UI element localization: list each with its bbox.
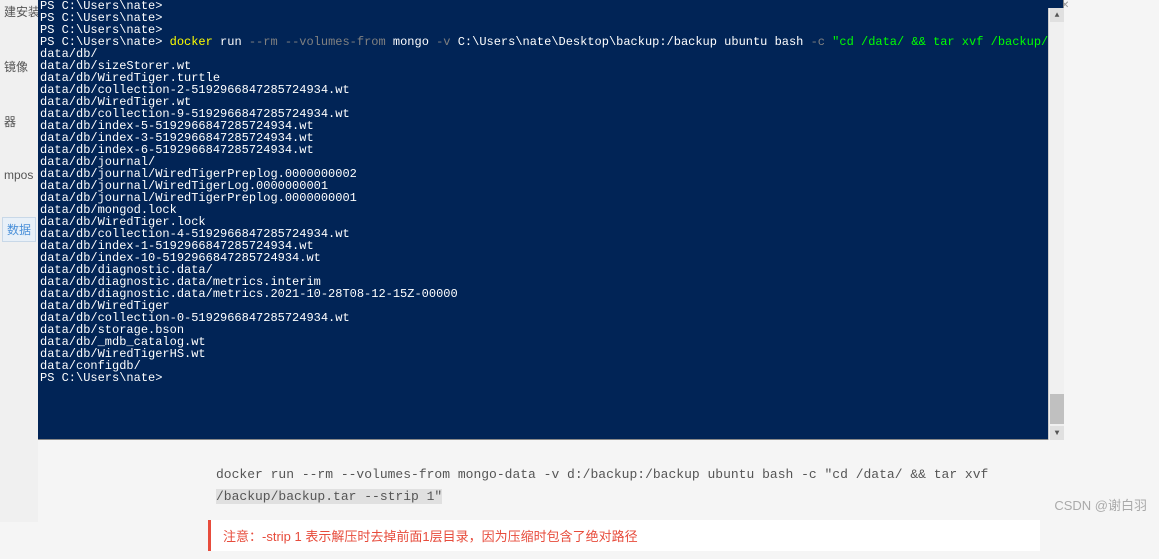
prompt-line: PS C:\Users\nate>	[40, 12, 1061, 24]
article-content: docker run --rm --volumes-from mongo-dat…	[140, 440, 1040, 559]
sidebar-item-container[interactable]: 器	[0, 110, 38, 133]
watermark: CSDN @谢白羽	[1054, 495, 1147, 514]
output-line: data/db/WiredTigerHS.wt	[40, 348, 1061, 360]
prompt-line: PS C:\Users\nate>	[40, 0, 1061, 12]
scrollbar-thumb[interactable]	[1050, 394, 1064, 424]
output-line: data/db/journal/WiredTigerPreplog.000000…	[40, 192, 1061, 204]
output-line: data/db/collection-0-5192966847285724934…	[40, 312, 1061, 324]
output-line: data/db/diagnostic.data/metrics.2021-10-…	[40, 288, 1061, 300]
code-text-highlighted: /backup/backup.tar --strip 1"	[216, 489, 442, 504]
note-text: -strip 1 表示解压时去掉前面1层目录，因为压缩时包含了绝对路径	[262, 529, 638, 544]
powershell-terminal[interactable]: PS C:\Users\nate> PS C:\Users\nate> PS C…	[38, 0, 1064, 440]
sidebar-item-image[interactable]: 镜像	[0, 55, 38, 78]
code-block: docker run --rm --volumes-from mongo-dat…	[208, 460, 1040, 512]
command-line: PS C:\Users\nate> docker run --rm --volu…	[40, 36, 1061, 48]
left-sidebar: 建安装 镜像 器 mpos 数据	[0, 0, 38, 522]
sidebar-item-install[interactable]: 建安装	[0, 0, 38, 23]
sidebar-item-data[interactable]: 数据	[2, 217, 36, 242]
terminal-output: data/db/data/db/sizeStorer.wtdata/db/Wir…	[40, 48, 1061, 372]
prompt-line: PS C:\Users\nate>	[40, 372, 1061, 384]
scroll-down-icon[interactable]: ▼	[1050, 426, 1064, 440]
note-box: 注意：-strip 1 表示解压时去掉前面1层目录，因为压缩时包含了绝对路径	[208, 520, 1040, 551]
output-line: data/db/index-6-5192966847285724934.wt	[40, 144, 1061, 156]
output-line: data/configdb/	[40, 360, 1061, 372]
scroll-up-icon[interactable]: ▲	[1050, 8, 1064, 22]
code-text: docker run --rm --volumes-from mongo-dat…	[216, 467, 988, 482]
note-prefix: 注意：	[223, 529, 262, 544]
sidebar-item-compose[interactable]: mpos	[0, 165, 38, 185]
vertical-scrollbar[interactable]: ▲ ▼	[1048, 8, 1064, 440]
output-line: data/db/	[40, 48, 1061, 60]
output-line: data/db/collection-2-5192966847285724934…	[40, 84, 1061, 96]
